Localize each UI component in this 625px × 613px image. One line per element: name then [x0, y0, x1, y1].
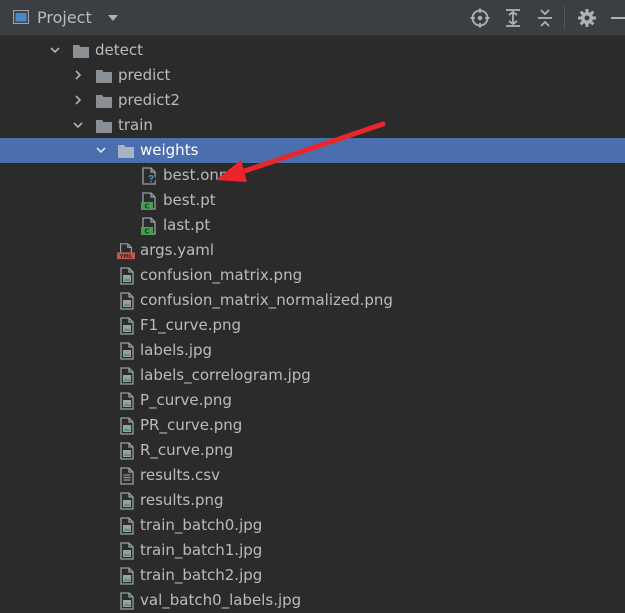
tree-item-predict2[interactable]: predict2: [0, 88, 625, 113]
tree-item-train-batch0-jpg[interactable]: train_batch0.jpg: [0, 513, 625, 538]
tree-item-label: F1_curve.png: [140, 316, 242, 334]
chevron-down-icon[interactable]: [50, 45, 60, 55]
tree-item-label: weights: [140, 141, 199, 159]
chevron-right-icon[interactable]: [73, 95, 83, 105]
tree-item-label: train_batch2.jpg: [140, 566, 263, 584]
folder-icon: [73, 45, 89, 58]
tree-item-label: last.pt: [163, 216, 211, 234]
tree-item-label: P_curve.png: [140, 391, 232, 409]
tree-item-predict[interactable]: predict: [0, 63, 625, 88]
tree-item-best-pt[interactable]: C best.pt: [0, 188, 625, 213]
tree-item-label: results.csv: [140, 466, 220, 484]
tree-item-label: predict: [118, 66, 171, 84]
tree-item-label: predict2: [118, 91, 180, 109]
tree-item-labels-correlogram-jpg[interactable]: labels_correlogram.jpg: [0, 363, 625, 388]
tree-item-train[interactable]: train: [0, 113, 625, 138]
project-view-icon: [13, 10, 29, 24]
tree-item-f1-curve-png[interactable]: F1_curve.png: [0, 313, 625, 338]
tree-item-label: detect: [95, 41, 143, 59]
image-file-icon: [120, 417, 134, 435]
tree-item-train-batch1-jpg[interactable]: train_batch1.jpg: [0, 538, 625, 563]
chevron-down-icon[interactable]: [73, 120, 83, 130]
folder-icon: [96, 70, 112, 83]
hide-icon[interactable]: [607, 8, 625, 28]
image-file-icon: [120, 542, 134, 560]
yaml-badge-text: YML: [119, 254, 133, 260]
unknown-file-icon: [142, 167, 156, 185]
tree-item-label: train_batch0.jpg: [140, 516, 263, 534]
tree-item-labels-jpg[interactable]: labels.jpg: [0, 338, 625, 363]
folder-icon: [96, 95, 112, 108]
text-file-icon: [120, 467, 134, 485]
dropdown-icon[interactable]: [107, 13, 119, 23]
image-file-icon: [120, 392, 134, 410]
image-file-icon: [120, 267, 134, 285]
tree-item-r-curve-png[interactable]: R_curve.png: [0, 438, 625, 463]
tree-item-label: train: [118, 116, 153, 134]
settings-icon[interactable]: [577, 8, 597, 28]
tree-item-label: val_batch0_labels.jpg: [140, 591, 302, 609]
expand-all-icon[interactable]: [503, 8, 523, 28]
yaml-file-icon: YML: [117, 243, 135, 260]
code-file-icon: C: [141, 217, 156, 235]
image-file-icon: [120, 292, 134, 310]
tree-item-label: confusion_matrix.png: [140, 266, 303, 284]
code-badge-text: C: [144, 228, 149, 235]
tree-item-results-png[interactable]: results.png: [0, 488, 625, 513]
chevron-right-icon[interactable]: [73, 70, 83, 80]
tree-item-label: results.png: [140, 491, 224, 509]
tree-item-train-batch2-jpg[interactable]: train_batch2.jpg: [0, 563, 625, 588]
collapse-all-icon[interactable]: [535, 8, 555, 28]
tree-item-confusion-matrix-normalized-png[interactable]: confusion_matrix_normalized.png: [0, 288, 625, 313]
chevron-down-icon[interactable]: [96, 145, 106, 155]
tree-item-label: PR_curve.png: [140, 416, 243, 434]
image-file-icon: [120, 567, 134, 585]
folder-icon: [96, 120, 112, 133]
tree-item-val-batch0-labels-jpg[interactable]: val_batch0_labels.jpg: [0, 588, 625, 613]
tree-item-confusion-matrix-png[interactable]: confusion_matrix.png: [0, 263, 625, 288]
tree-item-label: args.yaml: [140, 241, 215, 259]
tree-item-best-onnx[interactable]: best.onnx: [0, 163, 625, 188]
image-file-icon: [120, 517, 134, 535]
code-file-icon: C: [141, 192, 156, 210]
image-file-icon: [120, 367, 134, 385]
folder-icon: [118, 145, 134, 158]
tree-item-pr-curve-png[interactable]: PR_curve.png: [0, 413, 625, 438]
tree-item-label: confusion_matrix_normalized.png: [140, 291, 393, 309]
tree-item-label: R_curve.png: [140, 441, 234, 459]
image-file-icon: [120, 342, 134, 360]
toolbar-separator: [564, 6, 565, 30]
tree-item-label: labels.jpg: [140, 341, 213, 359]
tree-item-label: best.onnx: [163, 166, 238, 184]
locate-icon[interactable]: [470, 8, 490, 28]
tree-item-results-csv[interactable]: results.csv: [0, 463, 625, 488]
tree-item-label: best.pt: [163, 191, 216, 209]
tree-item-label: labels_correlogram.jpg: [140, 366, 311, 384]
image-file-icon: [120, 492, 134, 510]
tree-item-weights[interactable]: weights: [0, 138, 625, 163]
tree-item-detect[interactable]: detect: [0, 38, 625, 63]
project-toolbar: Project: [0, 0, 625, 36]
image-file-icon: [120, 592, 134, 610]
tree-item-last-pt[interactable]: C last.pt: [0, 213, 625, 238]
code-badge-text: C: [144, 203, 149, 210]
tree-item-p-curve-png[interactable]: P_curve.png: [0, 388, 625, 413]
tree-item-label: train_batch1.jpg: [140, 541, 263, 559]
panel-title[interactable]: Project: [37, 8, 92, 27]
tree-item-args-yaml[interactable]: YML args.yaml: [0, 238, 625, 263]
image-file-icon: [120, 317, 134, 335]
project-tree: detect predict predict2 train weights be…: [0, 36, 625, 612]
image-file-icon: [120, 442, 134, 460]
